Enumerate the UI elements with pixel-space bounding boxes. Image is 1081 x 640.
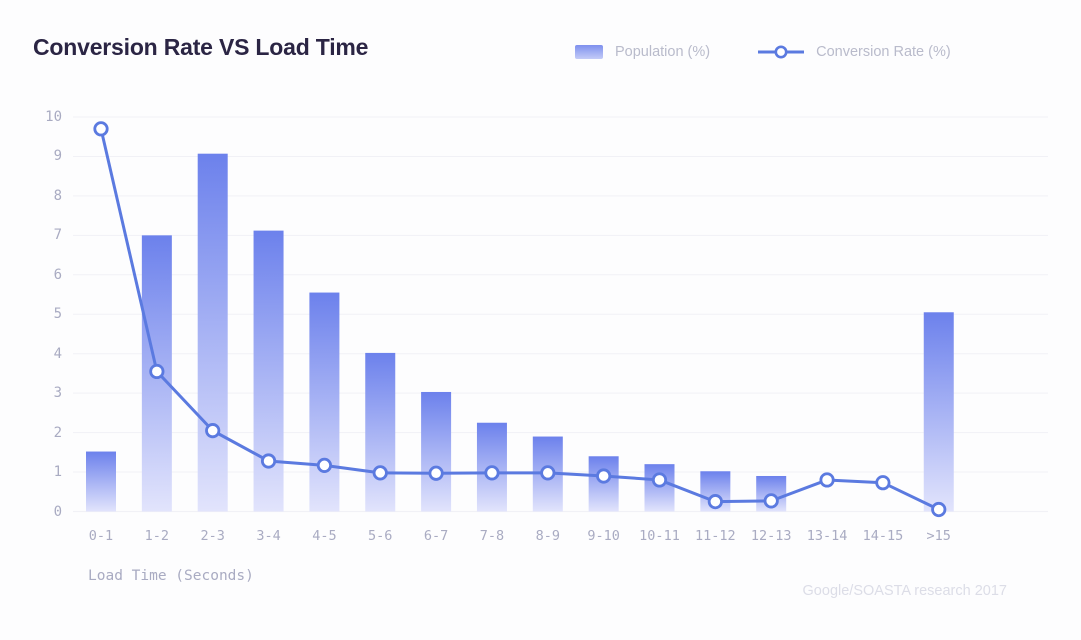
data-point-marker[interactable] (205, 423, 221, 439)
chart-container: Conversion Rate VS Load Time Population … (0, 0, 1081, 635)
x-axis-tick-label: >15 (926, 528, 951, 544)
plot-area: 0 1 2 3 4 5 6 7 8 9 10 0-1 1-2 2-3 3-4 4-5 5-6 6-7 7-8 8-9… (0, 0, 1081, 635)
data-point-marker[interactable] (316, 457, 332, 473)
bar[interactable] (588, 456, 619, 512)
x-axis-tick-label: 12-13 (750, 528, 792, 544)
x-axis-tick-label: 13-14 (806, 528, 848, 544)
x-axis-tick-label: 6-7 (423, 528, 449, 544)
x-axis-tick-label: 14-15 (862, 528, 904, 544)
data-point-marker[interactable] (931, 501, 947, 518)
source-note: Google/SOASTA research 2017 (802, 583, 1007, 599)
y-axis-tick-label: 0 (53, 503, 62, 520)
y-axis-tick-label: 4 (53, 345, 62, 362)
bar[interactable] (923, 312, 954, 512)
x-axis-tick-label: 9-10 (587, 528, 620, 544)
y-axis-tick-label: 1 (53, 464, 62, 481)
data-point-marker[interactable] (707, 494, 723, 510)
data-point-marker[interactable] (260, 453, 277, 469)
x-axis-tick-label: 0-1 (88, 528, 114, 544)
data-point-marker[interactable] (540, 465, 556, 481)
x-axis-tick-label: 4-5 (312, 528, 337, 544)
x-axis-tick-label: 1-2 (144, 528, 170, 544)
x-axis-tick-label: 5-6 (368, 528, 393, 544)
bar[interactable] (197, 153, 228, 512)
y-axis-tick-label: 8 (53, 187, 62, 204)
y-axis-tick-label: 5 (53, 306, 62, 323)
data-point-marker[interactable] (763, 493, 779, 509)
bar[interactable] (253, 230, 284, 512)
y-axis-tick-label: 3 (53, 385, 62, 402)
data-point-marker[interactable] (651, 472, 668, 488)
data-point-marker[interactable] (875, 475, 891, 491)
data-point-marker[interactable] (372, 465, 388, 481)
bar[interactable] (86, 451, 116, 512)
bar[interactable] (309, 292, 340, 512)
y-axis-tick-label: 9 (53, 148, 62, 165)
bar[interactable] (365, 352, 396, 512)
y-axis-tick-label: 6 (53, 266, 62, 283)
y-axis-tick-label: 7 (53, 227, 62, 244)
data-point-marker[interactable] (596, 468, 612, 484)
x-axis-tick-label: 8-9 (535, 528, 560, 544)
x-axis-title: Load Time (Seconds) (88, 568, 254, 584)
x-axis-tick-label: 7-8 (479, 528, 505, 544)
data-point-marker[interactable] (149, 363, 165, 380)
bar[interactable] (644, 464, 675, 512)
data-point-marker[interactable] (484, 465, 500, 481)
y-axis-tick-label: 2 (53, 424, 62, 441)
data-point-marker[interactable] (428, 465, 444, 481)
x-axis-tick-label: 10-11 (639, 528, 680, 544)
bar-series (86, 153, 954, 512)
x-axis-tick-label: 11-12 (695, 528, 736, 544)
x-axis-tick-label: 3-4 (256, 528, 281, 544)
data-point-marker[interactable] (93, 121, 109, 137)
data-point-marker[interactable] (819, 472, 835, 488)
y-axis-tick-label: 10 (45, 109, 62, 125)
x-axis-tick-label: 2-3 (200, 528, 225, 544)
bar[interactable] (421, 391, 452, 512)
